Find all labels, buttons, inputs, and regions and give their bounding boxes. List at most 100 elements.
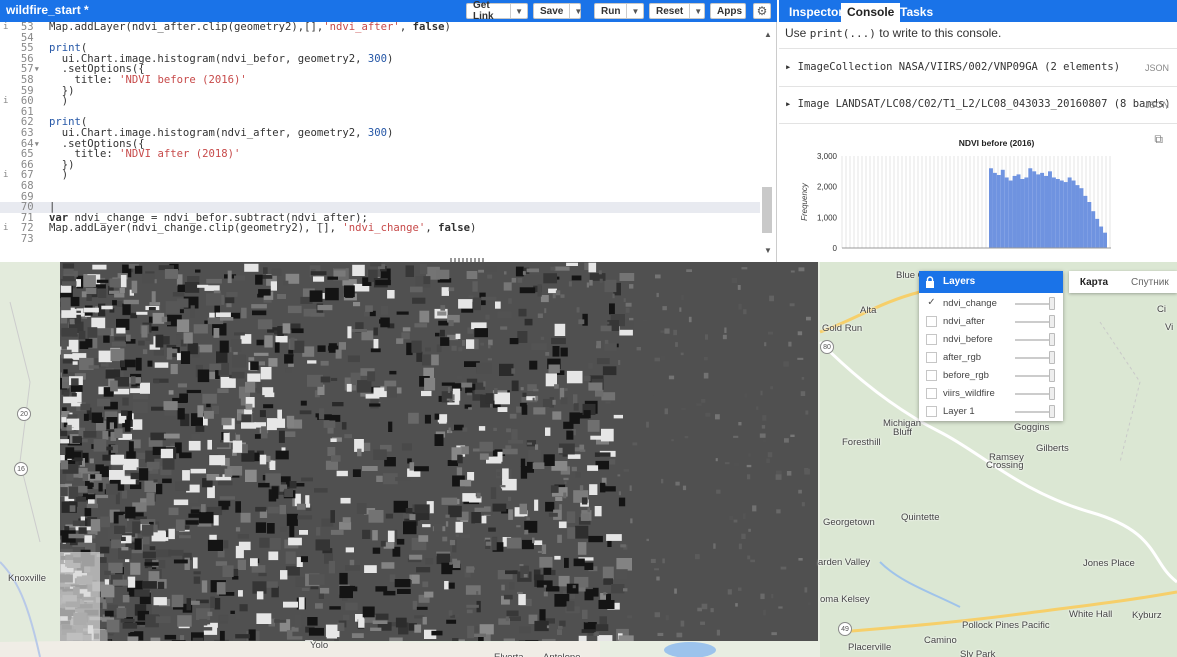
reset-button[interactable]: Reset ▼ — [649, 3, 705, 19]
place-label: Kyburz — [1132, 610, 1162, 621]
code-line[interactable]: 73 — [0, 234, 760, 245]
place-label: Alta — [860, 305, 877, 316]
console-row[interactable]: ▸ ImageCollection NASA/VIIRS/002/VNP09GA… — [779, 48, 1177, 86]
layer-row[interactable]: after_rgb — [919, 349, 1063, 367]
code-line[interactable]: 66 }) — [0, 159, 760, 171]
histogram-bar — [1004, 177, 1009, 248]
layer-row[interactable]: Layer 1 — [919, 403, 1063, 421]
code-line[interactable]: 68 — [0, 181, 760, 192]
open-in-new-icon[interactable]: ⧉ — [1154, 132, 1163, 147]
histogram-bar — [1095, 218, 1100, 248]
place-label: Gilberts — [1036, 443, 1069, 454]
chevron-down-icon[interactable]: ▼ — [510, 4, 527, 18]
place-label: oma Kelsey — [820, 594, 870, 605]
highway-shield-icon: 80 — [820, 340, 834, 354]
layers-panel[interactable]: Layers ✓ ndvi_change ndvi_after ndvi_before… — [919, 271, 1063, 421]
code-line[interactable]: i 60 ) — [0, 96, 760, 107]
layer-row[interactable]: viirs_wildfire — [919, 385, 1063, 403]
place-label: Placerville — [848, 642, 892, 653]
layer-row[interactable]: before_rgb — [919, 367, 1063, 385]
chart-title: NDVI before (2016) — [959, 138, 1035, 148]
place-label: Crossing — [986, 460, 1024, 471]
script-title: wildfire_start * — [6, 3, 89, 17]
chevron-down-icon[interactable]: ▼ — [569, 4, 586, 18]
code-line[interactable]: 65 title: 'NDVI after (2018)' — [0, 149, 760, 160]
line-text: title: 'NDVI after (2018)' — [49, 148, 241, 161]
json-link[interactable]: JSON — [1145, 100, 1169, 110]
json-link[interactable]: JSON — [1145, 63, 1169, 73]
scroll-up-icon[interactable]: ▲ — [764, 30, 772, 39]
opacity-slider-knob[interactable] — [1049, 315, 1055, 328]
map-type-switch[interactable]: Карта Спутник — [1069, 271, 1177, 293]
opacity-slider-knob[interactable] — [1049, 369, 1055, 382]
console-row[interactable]: ▸ Image LANDSAT/LC08/C02/T1_L2/LC08_0430… — [779, 86, 1177, 123]
layer-name: viirs_wildfire — [943, 388, 995, 399]
histogram-bar — [1091, 211, 1096, 248]
code-area[interactable]: i 53 Map.addLayer(ndvi_after.clip(geometr… — [0, 22, 760, 260]
code-line[interactable]: 61 — [0, 107, 760, 118]
map-type-satellite[interactable]: Спутник — [1121, 271, 1177, 293]
layer-name: ndvi_after — [943, 316, 985, 327]
opacity-slider-knob[interactable] — [1049, 333, 1055, 346]
histogram-bar — [1063, 182, 1068, 248]
layer-checkbox[interactable] — [926, 406, 937, 417]
run-button[interactable]: Run ▼ — [594, 3, 644, 19]
gear-icon[interactable]: ⚙ — [753, 3, 771, 19]
save-button[interactable]: Save ▼ — [533, 3, 582, 19]
y-tick-label: 2,000 — [817, 183, 838, 192]
code-line[interactable]: i 53 Map.addLayer(ndvi_after.clip(geometr… — [0, 22, 760, 33]
histogram-bar — [996, 175, 1001, 248]
tab-tasks[interactable]: Tasks — [894, 3, 939, 22]
layer-checkbox[interactable] — [926, 352, 937, 363]
right-tab-bar: Inspector Console Tasks — [779, 0, 1177, 22]
layer-checkbox[interactable] — [926, 388, 937, 399]
place-label: Antelope — [543, 652, 581, 657]
layer-checkbox[interactable]: ✓ — [926, 298, 937, 309]
layer-name: after_rgb — [943, 352, 982, 363]
histogram-bar — [1000, 169, 1005, 248]
layer-row[interactable]: ndvi_after — [919, 313, 1063, 331]
code-line[interactable]: i 67 ) — [0, 170, 760, 181]
chevron-down-icon[interactable]: ▼ — [689, 4, 706, 18]
line-number: 63 — [20, 126, 40, 139]
editor-toolbar: wildfire_start * Get Link ▼ Save ▼ Run ▼… — [0, 0, 777, 22]
histogram-bar — [989, 168, 993, 248]
editor-scrollbar-thumb[interactable] — [762, 187, 772, 233]
code-line[interactable]: 58 title: 'NDVI before (2016)' — [0, 75, 760, 86]
highway-shield-icon: 20 — [17, 407, 31, 421]
line-text: Map.addLayer(ndvi_change.clip(geometry2)… — [49, 222, 477, 235]
hint-suffix: to write to this console. — [875, 26, 1002, 40]
line-text: ) — [49, 95, 69, 108]
layer-checkbox[interactable] — [926, 316, 937, 327]
layer-checkbox[interactable] — [926, 334, 937, 345]
tab-inspector[interactable]: Inspector — [783, 3, 849, 22]
chevron-down-icon[interactable]: ▼ — [626, 4, 643, 18]
opacity-slider-knob[interactable] — [1049, 387, 1055, 400]
map-view[interactable]: Blue C Alta Gold Run Michigan Bluff Goggins Fo… — [0, 262, 1177, 657]
code-line[interactable]: 54 — [0, 32, 760, 44]
layers-header[interactable]: Layers — [919, 271, 1063, 293]
code-line[interactable]: 59 }) — [0, 85, 760, 97]
line-text: title: 'NDVI before (2016)' — [49, 73, 247, 86]
line-text: Map.addLayer(ndvi_after.clip(geometry2),… — [49, 22, 451, 33]
code-line[interactable]: i 72 Map.addLayer(ndvi_change.clip(geomet… — [0, 223, 760, 234]
code-editor-panel: wildfire_start * Get Link ▼ Save ▼ Run ▼… — [0, 0, 777, 262]
opacity-slider-knob[interactable] — [1049, 351, 1055, 364]
layer-row[interactable]: ndvi_before — [919, 331, 1063, 349]
apps-button[interactable]: Apps — [710, 3, 746, 19]
layer-checkbox[interactable] — [926, 370, 937, 381]
lock-icon[interactable] — [925, 276, 935, 288]
line-number: 68 — [20, 179, 40, 192]
console-row-text[interactable]: ▸ ImageCollection NASA/VIIRS/002/VNP09GA… — [785, 61, 1120, 73]
opacity-slider-knob[interactable] — [1049, 297, 1055, 310]
run-label: Run — [601, 5, 621, 17]
layer-name: before_rgb — [943, 370, 989, 381]
get-link-button[interactable]: Get Link ▼ — [466, 0, 528, 22]
code-line[interactable]: 69 — [0, 191, 760, 203]
scroll-down-icon[interactable]: ▼ — [764, 246, 772, 255]
opacity-slider-knob[interactable] — [1049, 405, 1055, 418]
console-row-text[interactable]: ▸ Image LANDSAT/LC08/C02/T1_L2/LC08_0430… — [785, 98, 1171, 110]
layer-row[interactable]: ✓ ndvi_change — [919, 295, 1063, 313]
map-type-map[interactable]: Карта — [1069, 271, 1119, 293]
tab-console[interactable]: Console — [841, 3, 901, 22]
